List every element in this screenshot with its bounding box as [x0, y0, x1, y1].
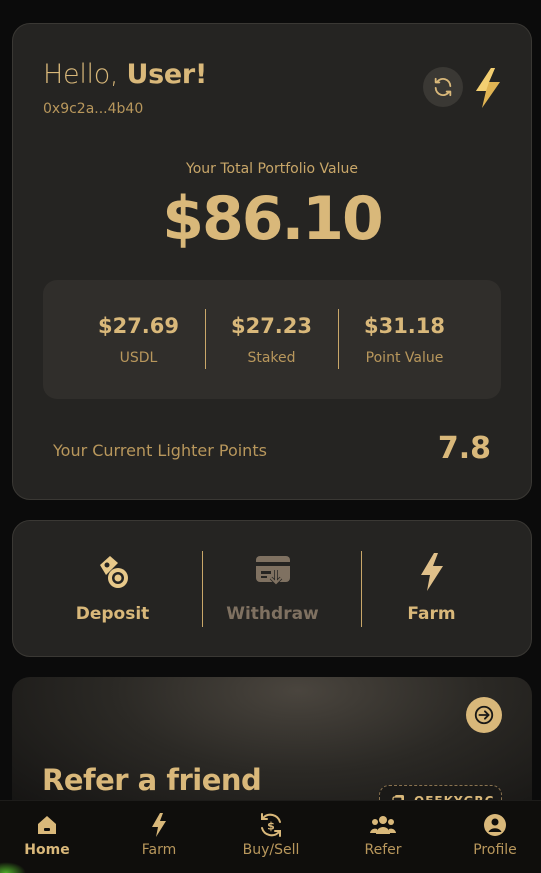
withdraw-label: Withdraw [226, 604, 319, 624]
portfolio-label: Your Total Portfolio Value [186, 161, 358, 177]
portfolio-value: $86.10 [162, 184, 384, 254]
nav-label: Farm [141, 842, 177, 858]
withdraw-icon [255, 556, 290, 586]
stat-label: USDL [119, 350, 158, 366]
lightning-button[interactable] [471, 66, 505, 110]
nav-label: Home [24, 842, 70, 858]
stat-staked: $27.23 Staked [205, 280, 338, 399]
exchange-icon: $ [261, 813, 281, 837]
stat-value: $31.18 [363, 314, 446, 338]
refer-card[interactable]: Refer a friend QEEKYGRC [12, 677, 532, 817]
stat-value: $27.69 [97, 314, 180, 338]
portfolio-card: Hello, User! 0x9c2a...4b40 Your Total Po… [12, 23, 532, 500]
group-icon [370, 816, 396, 834]
svg-text:$: $ [267, 820, 275, 833]
corner-glow [0, 862, 26, 873]
stat-label: Staked [247, 350, 296, 366]
greeting: Hello, User! [43, 59, 207, 90]
user-icon [484, 814, 506, 836]
stat-point-value: $31.18 Point Value [338, 280, 471, 399]
deposit-button[interactable]: Deposit [33, 521, 192, 658]
home-icon [38, 816, 56, 834]
refresh-button[interactable] [423, 67, 463, 107]
nav-refer[interactable]: Refer [333, 801, 433, 873]
points-label: Your Current Lighter Points [53, 441, 267, 460]
bottom-navigation: Home Farm $ Buy/Sell Refer Profile [0, 800, 541, 873]
refer-arrow-button[interactable] [466, 697, 502, 733]
bolt-icon [152, 813, 166, 837]
nav-farm[interactable]: Farm [109, 801, 209, 873]
wallet-address[interactable]: 0x9c2a...4b40 [43, 101, 143, 117]
deposit-icon [99, 556, 128, 588]
points-value: 7.8 [437, 431, 491, 466]
portfolio-breakdown: $27.69 USDL $27.23 Staked $31.18 Point V… [43, 280, 501, 399]
stat-usdl: $27.69 USDL [72, 280, 205, 399]
greeting-prefix: Hello, [43, 59, 119, 90]
farm-button[interactable]: Farm [352, 521, 511, 658]
nav-buy-sell[interactable]: $ Buy/Sell [221, 801, 321, 873]
stat-value: $27.23 [230, 314, 313, 338]
lightning-icon [476, 68, 500, 108]
nav-label: Buy/Sell [242, 842, 300, 858]
farm-label: Farm [407, 604, 456, 624]
nav-profile[interactable]: Profile [445, 801, 541, 873]
user-name: User! [126, 59, 208, 90]
nav-label: Profile [473, 842, 517, 858]
nav-label: Refer [364, 842, 402, 858]
bolt-icon [420, 553, 443, 591]
refer-title: Refer a friend [42, 763, 262, 797]
deposit-label: Deposit [75, 604, 150, 624]
arrow-right-icon [474, 705, 494, 725]
actions-card: Deposit Withdraw Farm [12, 520, 532, 657]
stat-label: Point Value [365, 350, 444, 366]
refresh-icon [434, 77, 452, 97]
withdraw-button[interactable]: Withdraw [193, 521, 352, 658]
